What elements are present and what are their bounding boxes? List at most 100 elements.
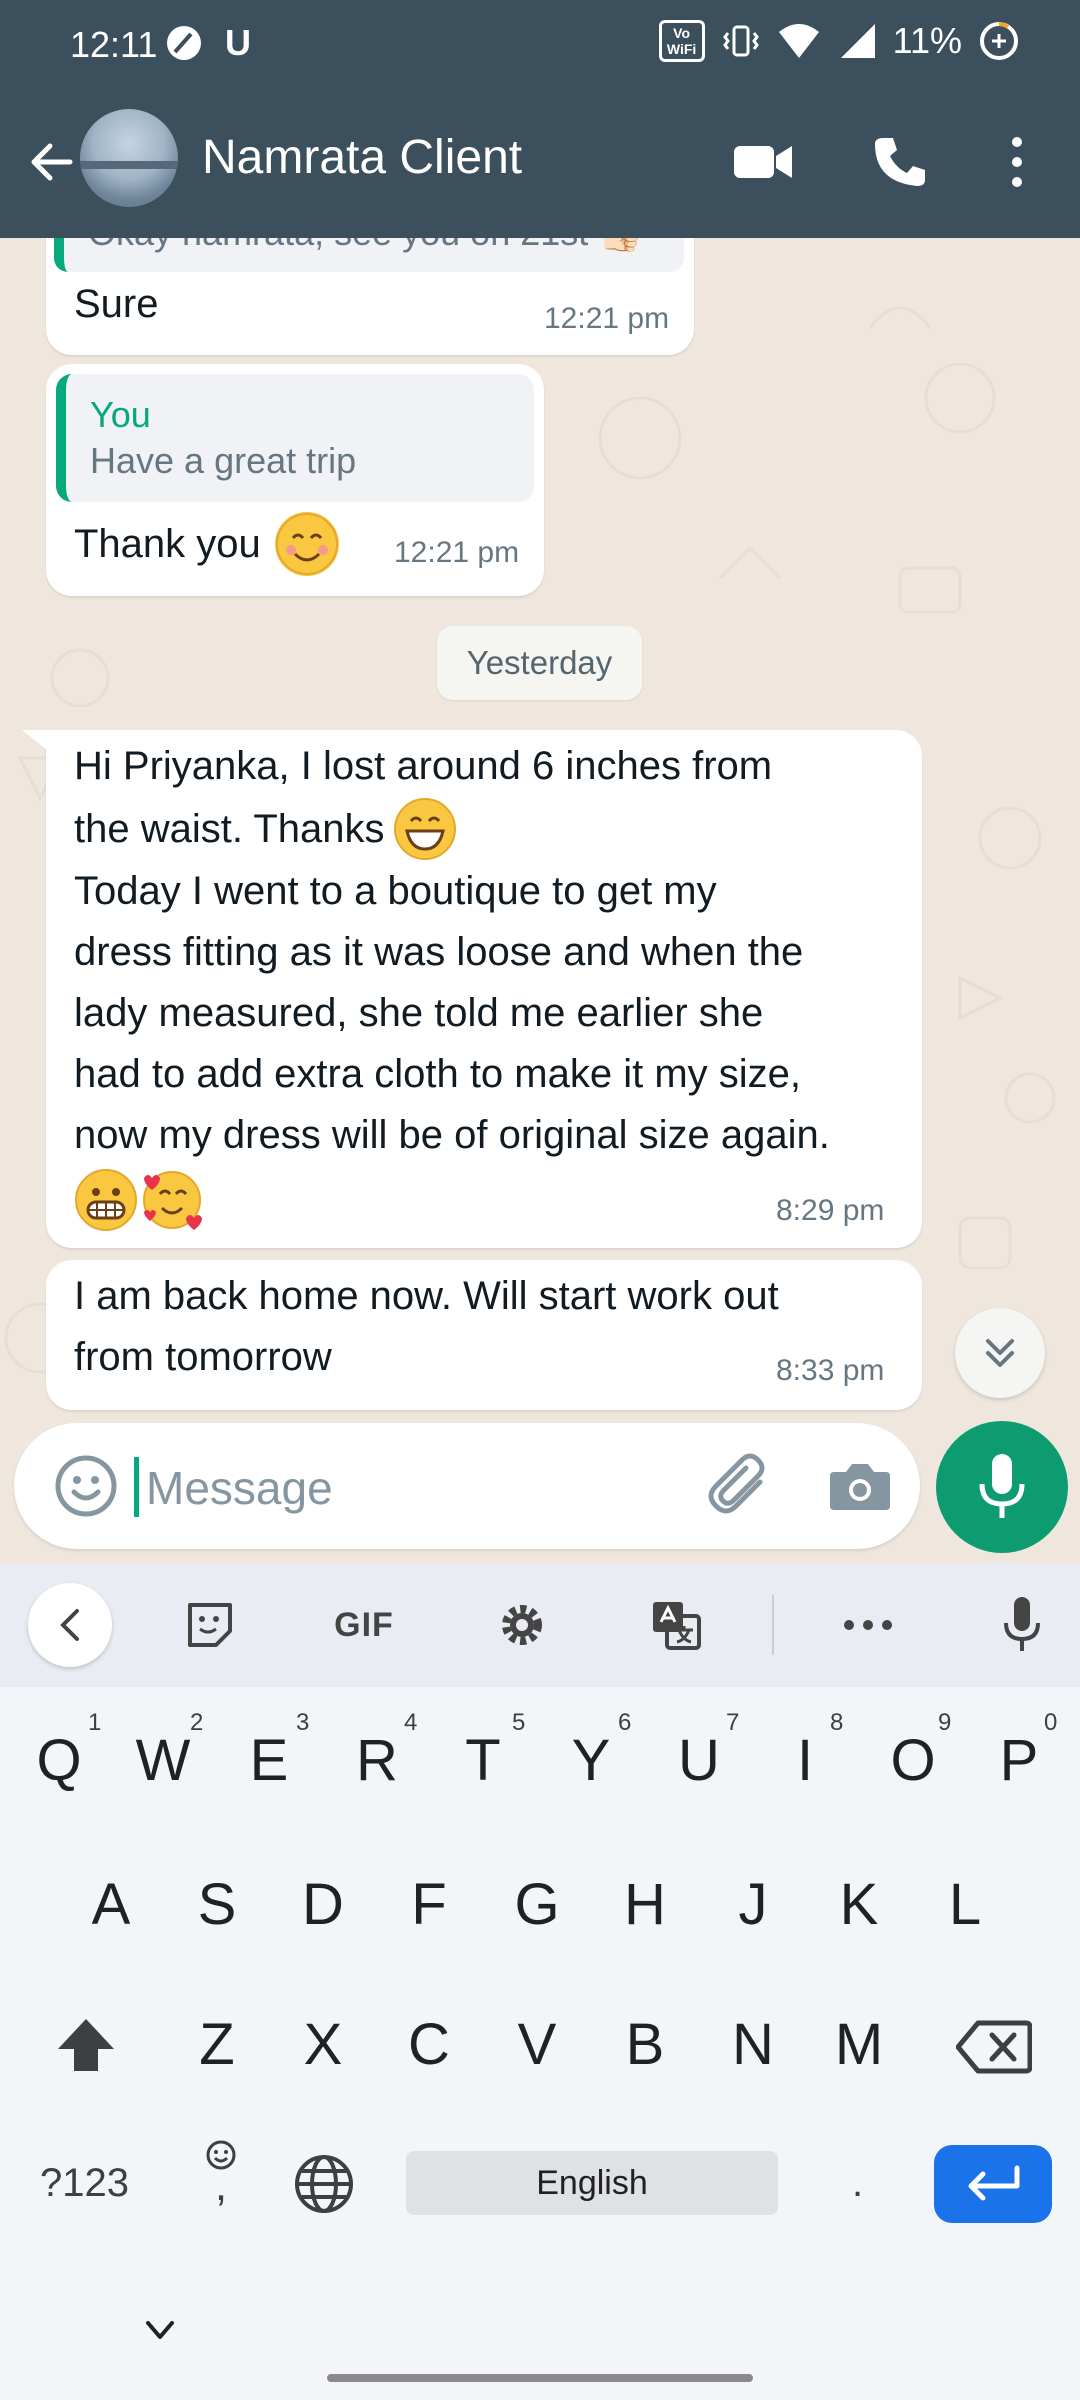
message-input[interactable]: Message [146,1461,333,1515]
toolbar-divider [772,1595,774,1655]
key-a[interactable]: A [66,1871,156,1938]
smiling-face-with-hearts-emoji [140,1168,204,1232]
vowifi-label-bottom: WiFi [666,41,697,57]
key-w[interactable]: W [118,1727,208,1794]
gif-button[interactable]: GIF [324,1585,404,1665]
comma-emoji-key[interactable]: , [196,2139,246,2223]
contact-avatar[interactable] [80,109,178,207]
translate-button[interactable] [636,1585,716,1665]
more-options-button[interactable] [982,127,1052,197]
symbols-key[interactable]: ?123 [40,2161,129,2206]
voice-typing-button[interactable] [982,1585,1062,1665]
gear-icon [502,1605,542,1645]
shift-key[interactable] [54,2015,118,2075]
period-key[interactable]: . [852,2161,863,2206]
key-k[interactable]: K [814,1871,904,1938]
status-bar: 12:11 U Vo WiFi 11% [0,0,1080,92]
key-f[interactable]: F [384,1871,474,1938]
phone-icon [875,138,925,186]
video-call-button[interactable] [728,127,798,197]
key-e[interactable]: E [224,1727,314,1794]
message-text-line: I am back home now. Will start work out [74,1274,779,1318]
message-text: Thank you [74,521,261,566]
gif-label: GIF [334,1605,394,1644]
back-arrow-icon[interactable] [22,132,82,192]
emoji-icon[interactable] [54,1454,118,1518]
key-c[interactable]: C [384,2011,474,2078]
message-input-container[interactable]: Message [14,1423,920,1549]
key-t[interactable]: T [438,1727,528,1794]
translate-icon [653,1602,701,1650]
chat-header: Namrata Client [0,92,1080,238]
quoted-message-text: Have a great trip [90,440,357,481]
key-o-hint: 9 [938,1709,952,1736]
key-t-hint: 5 [512,1709,526,1736]
more-tools-button[interactable] [828,1585,908,1665]
key-i-hint: 8 [830,1709,844,1736]
voice-message-button[interactable] [936,1421,1068,1553]
key-e-hint: 3 [296,1709,310,1736]
bubble-tail [22,730,52,754]
key-n[interactable]: N [708,2011,798,2078]
key-j[interactable]: J [708,1871,798,1938]
key-x[interactable]: X [278,2011,368,2078]
key-o[interactable]: O [868,1727,958,1794]
contact-name[interactable]: Namrata Client [202,130,522,185]
sticker-icon [188,1603,232,1647]
message-bubble[interactable]: You Have a great trip Thank you 12:21 pm [46,364,544,596]
gesture-nav-handle[interactable] [327,2374,753,2382]
camera-icon[interactable] [828,1458,892,1514]
message-bubble[interactable]: Hi Priyanka, I lost around 6 inches from… [46,730,922,1248]
key-v[interactable]: V [492,2011,582,2078]
message-text-line: Today I went to a boutique to get my [74,869,717,913]
message-text-line: the waist. Thanks [74,806,385,851]
hide-keyboard-icon[interactable] [140,2311,180,2351]
compose-bar: Message [0,1421,1080,1563]
smiling-face-emoji [274,512,339,576]
chat-messages[interactable]: Okay namrata, see you on 21st 👍🏻 Sure 12… [0,238,1080,1423]
voice-call-button[interactable] [864,127,934,197]
key-y-hint: 6 [618,1709,632,1736]
quoted-message-text: Okay namrata, see you on 21st 👍🏻 [88,238,643,254]
more-horizontal-icon [844,1620,892,1630]
quoted-message[interactable]: Okay namrata, see you on 21st 👍🏻 [54,238,684,272]
key-q[interactable]: Q [14,1727,104,1794]
sticker-button[interactable] [170,1585,250,1665]
chevron-left-icon [60,1609,79,1641]
space-bar[interactable]: English [406,2151,778,2215]
key-b[interactable]: B [600,2011,690,2078]
key-h[interactable]: H [600,1871,690,1938]
message-text-line: now my dress will be of original size ag… [74,1113,830,1157]
grinning-face-emoji [393,797,457,861]
key-m[interactable]: M [814,2011,904,2078]
key-u[interactable]: U [654,1727,744,1794]
key-d[interactable]: D [278,1871,368,1938]
keyboard-collapse-toolbar-button[interactable] [28,1583,112,1667]
key-q-hint: 1 [88,1709,102,1736]
keyboard-toolbar: GIF [0,1563,1080,1687]
key-p-hint: 0 [1044,1709,1058,1736]
message-bubble[interactable]: Okay namrata, see you on 21st 👍🏻 Sure 12… [46,238,694,355]
battery-saver-icon [980,22,1018,60]
message-bubble[interactable]: I am back home now. Will start work out … [46,1260,922,1410]
message-text-line: Hi Priyanka, I lost around 6 inches from [74,744,773,788]
signal-icon [840,24,875,58]
key-s[interactable]: S [172,1871,262,1938]
key-r[interactable]: R [332,1727,422,1794]
key-g[interactable]: G [492,1871,582,1938]
key-l[interactable]: L [920,1871,1010,1938]
video-camera-icon [734,146,792,178]
key-r-hint: 4 [404,1709,418,1736]
globe-icon[interactable] [293,2153,355,2215]
key-i[interactable]: I [760,1727,850,1794]
paperclip-icon[interactable] [706,1452,774,1520]
keyboard-settings-button[interactable] [482,1585,562,1665]
scroll-to-bottom-button[interactable] [955,1308,1045,1398]
key-y[interactable]: Y [546,1727,636,1794]
backspace-key[interactable] [956,2019,1032,2075]
key-z[interactable]: Z [172,2011,262,2078]
enter-key[interactable] [934,2145,1052,2223]
message-text-line: dress fitting as it was loose and when t… [74,930,804,974]
key-p[interactable]: P [974,1727,1064,1794]
quoted-message[interactable]: You Have a great trip [56,374,534,502]
